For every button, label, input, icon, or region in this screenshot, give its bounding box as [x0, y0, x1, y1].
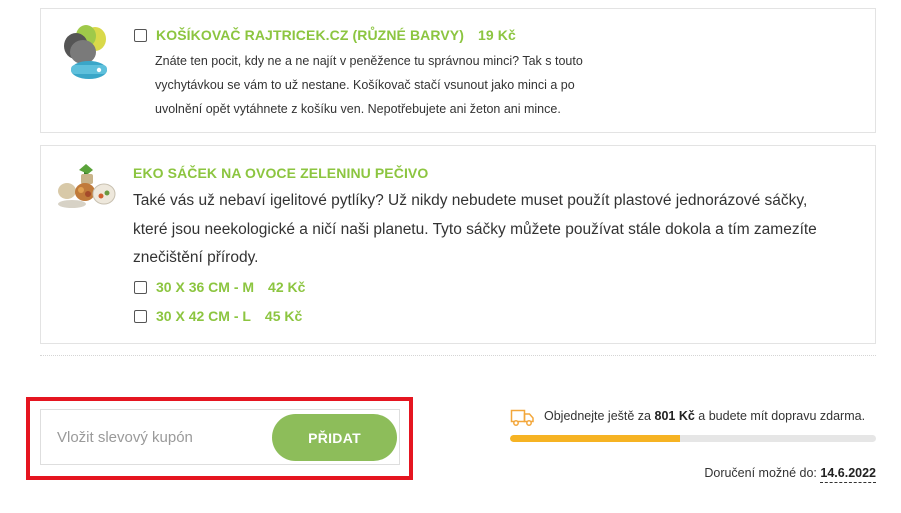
description-line: vychytávkou se vám to už nestane. Košíko… [155, 78, 575, 92]
product-price: 19 Kč [477, 27, 516, 43]
progress-fill [510, 435, 681, 442]
eco-bag-produce-image [58, 164, 116, 208]
description-line: znečištění přírody. [133, 249, 259, 266]
section-divider [40, 355, 876, 356]
free-shipping-text: Objednejte ještě za 801 Kč a budete mít … [544, 409, 866, 423]
product-description: Znáte ten pocit, kdy ne a ne najít v pen… [155, 49, 615, 121]
remaining-amount: 801 Kč [654, 409, 695, 423]
delivery-info: Doručení možné do: 14.6.2022 [704, 466, 876, 483]
product-description: Také vás už nebaví igelitové pytlíky? Už… [133, 187, 853, 273]
coupon-input[interactable] [42, 411, 270, 463]
variant-price: 42 Kč [268, 279, 306, 295]
variant-label: 30 X 36 CM - M [156, 279, 255, 295]
coupon-form: PŘIDAT [40, 409, 400, 465]
product-checkbox[interactable] [134, 29, 147, 42]
upsell-product-card: EKO SÁČEK NA OVOCE ZELENINU PEČIVO Také … [40, 145, 876, 344]
variant-checkbox-m[interactable] [134, 281, 147, 294]
free-shipping-progress-bar [510, 435, 876, 442]
upsell-product-card: KOŠÍKOVAČ RAJTRICEK.CZ (RŮZNÉ BARVY) 19 K… [40, 8, 876, 133]
variant-option-m[interactable]: 30 X 36 CM - M 42 Kč [156, 279, 305, 295]
variant-checkbox-l[interactable] [134, 310, 147, 323]
description-line: Také vás už nebaví igelitové pytlíky? Už… [133, 192, 808, 209]
description-line: Znáte ten pocit, kdy ne a ne najít v pen… [155, 54, 583, 68]
description-line: které jsou neekologické a ničí naši plan… [133, 220, 817, 238]
delivery-label: Doručení možné do: [704, 466, 817, 480]
description-line: uvolnění opět vytáhnete z košíku ven. Ne… [155, 102, 561, 116]
product-title[interactable]: KOŠÍKOVAČ RAJTRICEK.CZ (RŮZNÉ BARVY) 19 K… [156, 27, 516, 43]
basket-coin-keychain-image [64, 25, 107, 79]
variant-option-l[interactable]: 30 X 42 CM - L 45 Kč [156, 308, 302, 324]
add-coupon-button[interactable]: PŘIDAT [272, 414, 397, 461]
truck-icon [510, 409, 534, 426]
variant-label: 30 X 42 CM - L [156, 308, 251, 324]
delivery-date[interactable]: 14.6.2022 [820, 466, 876, 483]
product-title[interactable]: EKO SÁČEK NA OVOCE ZELENINU PEČIVO [133, 165, 428, 181]
variant-price: 45 Kč [264, 308, 303, 324]
